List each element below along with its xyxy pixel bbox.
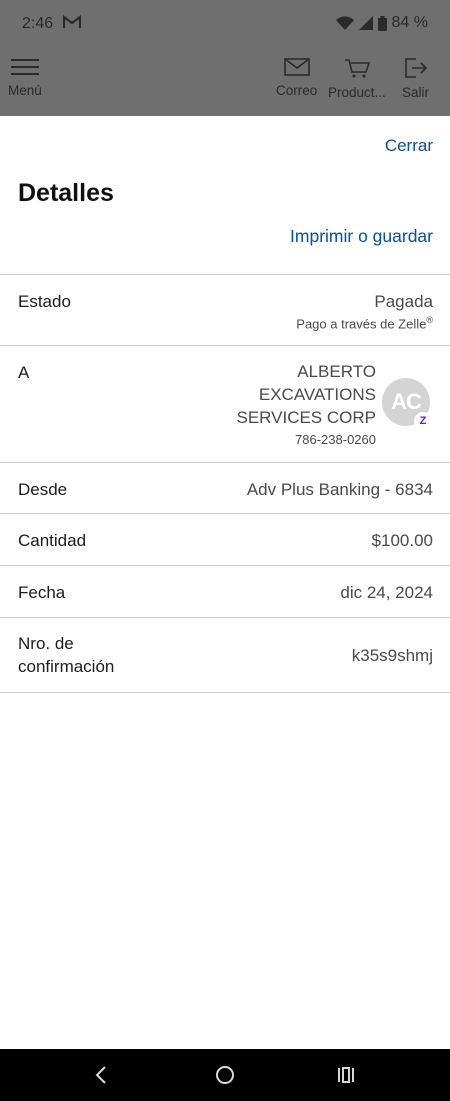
divider [0,565,450,566]
exit-button[interactable]: Salir [402,58,429,100]
products-label: Product... [328,85,386,100]
menu-button[interactable]: Menú [8,58,42,98]
wifi-icon [335,15,354,31]
divider [0,692,450,693]
cart-icon [344,58,371,81]
menu-label: Menú [8,83,42,98]
payment-method: Pago a través de Zelle® [296,315,433,331]
mail-button[interactable]: Correo [276,58,317,98]
payment-method-text: Pago a través de Zelle [296,316,427,332]
products-button[interactable]: Product... [328,58,386,100]
confirmation-value: k35s9shmj [351,646,433,665]
recipient-name-line: EXCAVATIONS [258,385,376,404]
confirmation-label-line: Nro. de [18,634,74,653]
page-title: Detalles [18,179,114,207]
details-sheet: Cerrar Detalles Imprimir o guardar Estad… [0,116,450,1049]
amount-value: $100.00 [371,531,433,550]
recent-apps-icon[interactable] [334,1063,358,1087]
divider [0,617,450,618]
app-toolbar: Menú Correo Product... Salir [0,58,450,110]
battery-percent: 84 % [391,14,428,31]
from-label: Desde [18,480,68,499]
system-nav-bar [0,1049,450,1101]
exit-label: Salir [402,85,430,100]
divider [0,462,450,463]
confirmation-label: Nro. de confirmación [18,632,114,678]
divider [0,513,450,514]
divider [0,345,450,346]
registered-mark: ® [426,315,433,325]
status-icons: 84 % [335,14,428,32]
battery-icon [377,15,387,31]
status-label: Estado [18,292,71,311]
hamburger-icon [10,58,40,79]
status-bar: 2:46 84 % [0,0,450,48]
zelle-icon: Z [414,412,432,430]
envelope-icon [283,58,310,79]
divider [0,274,450,275]
gmail-icon [62,14,82,31]
confirmation-label-line: confirmación [18,657,115,676]
amount-label: Cantidad [18,531,87,550]
date-label: Fecha [18,583,66,602]
recipient-label: A [18,363,30,382]
recipient-name-line: ALBERTO [297,362,376,381]
home-icon[interactable] [213,1063,237,1087]
recipient-phone: 786-238-0260 [295,432,376,447]
from-value: Adv Plus Banking - 6834 [246,480,433,499]
status-value: Pagada [374,292,433,311]
date-value: dic 24, 2024 [340,583,433,602]
recipient-name-line: SERVICES CORP [236,408,376,427]
logout-icon [404,58,428,81]
back-icon[interactable] [90,1063,114,1087]
status-time: 2:46 [22,15,54,32]
print-or-save-link[interactable]: Imprimir o guardar [290,226,433,247]
recipient-name: ALBERTO EXCAVATIONS SERVICES CORP [236,360,376,429]
close-button[interactable]: Cerrar [385,136,433,156]
signal-icon [358,16,373,30]
mail-label: Correo [276,83,318,98]
